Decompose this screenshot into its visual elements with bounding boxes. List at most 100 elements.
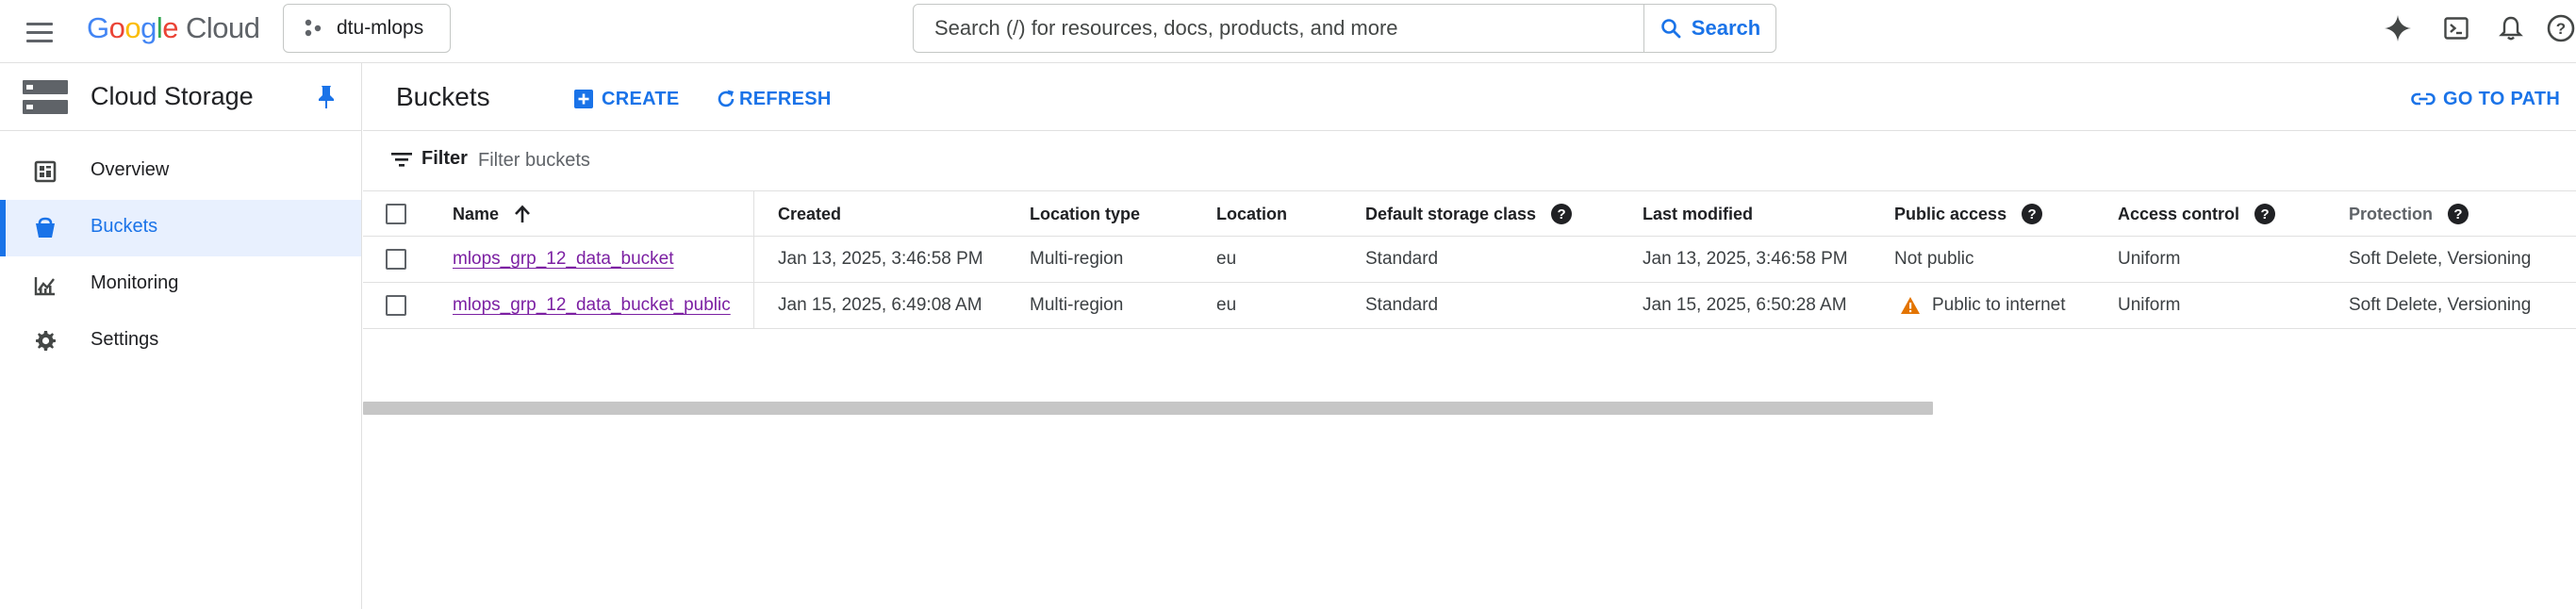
column-header-last-modified[interactable]: Last modified [1643, 191, 1753, 237]
page-title: Buckets [396, 82, 490, 111]
sidebar: Cloud Storage Overview Buckets Monitorin… [0, 63, 362, 609]
last-modified-cell: Jan 15, 2025, 6:50:28 AM [1643, 295, 1847, 315]
column-header-access-control[interactable]: Access control ? [2118, 191, 2276, 237]
search-button[interactable]: Search [1643, 5, 1775, 52]
help-icon[interactable]: ? [2022, 204, 2043, 224]
cloud-storage-icon [23, 80, 68, 114]
search-icon [1660, 19, 1681, 39]
gemini-sparkle-icon[interactable] [2383, 13, 2413, 43]
horizontal-scrollbar[interactable] [363, 402, 1933, 415]
pin-icon[interactable] [315, 84, 338, 110]
location-type-cell: Multi-region [1030, 249, 1124, 269]
cloud-shell-icon[interactable] [2441, 13, 2471, 43]
column-header-label: Public access [1894, 204, 2007, 223]
column-header-label: Default storage class [1365, 204, 1537, 223]
sidebar-item-label: Buckets [91, 216, 158, 237]
search-input[interactable] [914, 5, 1644, 52]
go-to-path-button[interactable]: GO TO PATH [2411, 86, 2560, 112]
dashboard-icon [34, 160, 57, 183]
top-bar: GoogleCloud dtu-mlops Search ? [0, 0, 2576, 63]
column-header-label: Created [778, 204, 842, 223]
sidebar-item-label: Monitoring [91, 272, 179, 293]
table-row: mlops_grp_12_data_bucket Jan 13, 2025, 3… [363, 237, 2576, 283]
row-checkbox[interactable] [386, 295, 406, 316]
gear-icon [36, 331, 56, 351]
select-all-checkbox[interactable] [386, 204, 406, 224]
help-icon[interactable]: ? [2448, 204, 2469, 224]
google-cloud-logo[interactable]: Google Cloud [87, 11, 260, 45]
page-header: Buckets CREATE REFRESH GO TO PATH [363, 63, 2576, 131]
bucket-name-link[interactable]: mlops_grp_12_data_bucket_public [453, 295, 731, 316]
project-icon [305, 19, 322, 37]
menu-line [26, 22, 53, 25]
menu-line [26, 39, 53, 42]
access-control-cell: Uniform [2118, 295, 2181, 315]
go-to-path-label: GO TO PATH [2443, 88, 2561, 109]
last-modified-cell: Jan 13, 2025, 3:46:58 PM [1643, 249, 1848, 269]
select-all-cell [386, 191, 406, 237]
column-header-label: Last modified [1643, 204, 1754, 223]
public-access-cell: Public to internet [1894, 283, 2066, 328]
storage-class-cell: Standard [1365, 295, 1439, 315]
public-access-value: Public to internet [1932, 295, 2066, 315]
create-button[interactable]: CREATE [573, 86, 680, 112]
column-header-label: Location [1216, 204, 1287, 223]
filter-button[interactable]: Filter [391, 148, 468, 170]
refresh-button[interactable]: REFRESH [715, 86, 832, 112]
protection-cell: Soft Delete, Versioning [2349, 295, 2532, 315]
column-header-location-type[interactable]: Location type [1030, 191, 1140, 237]
sidebar-item-buckets[interactable]: Buckets [0, 200, 361, 256]
main-content: Buckets CREATE REFRESH GO TO PATH Filter… [363, 63, 2576, 609]
menu-line [26, 30, 53, 34]
refresh-icon [718, 90, 735, 107]
public-access-cell: Not public [1894, 249, 1974, 269]
created-cell: Jan 15, 2025, 6:49:08 AM [778, 295, 983, 315]
table-header-row: Name Created Location type Location Defa… [363, 190, 2576, 237]
table-row: mlops_grp_12_data_bucket_public Jan 15, … [363, 283, 2576, 329]
bucket-icon [36, 217, 55, 238]
row-select-cell [386, 237, 406, 282]
add-box-icon [574, 90, 593, 108]
filter-buckets-input[interactable] [478, 145, 949, 175]
warning-icon [1901, 297, 1920, 314]
create-button-label: CREATE [602, 88, 680, 109]
sidebar-item-overview[interactable]: Overview [0, 143, 361, 200]
sidebar-item-monitoring[interactable]: Monitoring [0, 256, 361, 313]
logo-google: Google [87, 11, 179, 44]
bucket-name-link[interactable]: mlops_grp_12_data_bucket [453, 249, 674, 270]
sidebar-item-settings[interactable]: Settings [0, 313, 361, 370]
sidebar-item-label: Settings [91, 329, 159, 350]
column-header-storage-class[interactable]: Default storage class ? [1365, 191, 1573, 237]
location-type-cell: Multi-region [1030, 295, 1124, 315]
created-cell: Jan 13, 2025, 3:46:58 PM [778, 249, 983, 269]
help-icon[interactable]: ? [1551, 204, 1573, 224]
column-header-created[interactable]: Created [778, 191, 841, 237]
help-icon[interactable]: ? [2254, 204, 2276, 224]
location-cell: eu [1216, 295, 1237, 315]
column-header-public-access[interactable]: Public access ? [1894, 191, 2043, 237]
column-header-label: Protection [2349, 204, 2434, 223]
column-header-label: Name [453, 204, 500, 223]
logo-cloud: Cloud [186, 11, 260, 44]
monitoring-icon [34, 277, 55, 296]
filter-bar: Filter [363, 132, 2576, 190]
column-header-name[interactable]: Name [453, 191, 533, 237]
row-select-cell [386, 283, 406, 328]
bucket-name-cell: mlops_grp_12_data_bucket [453, 237, 674, 282]
product-title: Cloud Storage [91, 82, 254, 110]
notifications-bell-icon[interactable] [2496, 13, 2526, 43]
main-menu-button[interactable] [23, 15, 57, 49]
project-picker[interactable]: dtu-mlops [283, 4, 451, 53]
storage-class-cell: Standard [1365, 249, 1439, 269]
location-cell: eu [1216, 249, 1237, 269]
protection-cell: Soft Delete, Versioning [2349, 249, 2532, 269]
help-icon[interactable]: ? [2546, 13, 2576, 43]
filter-label: Filter [421, 148, 468, 169]
column-header-location[interactable]: Location [1216, 191, 1287, 237]
row-checkbox[interactable] [386, 249, 406, 270]
sort-ascending-icon[interactable] [512, 204, 533, 224]
svg-text:?: ? [2556, 20, 2566, 38]
project-name: dtu-mlops [337, 17, 424, 39]
sidebar-header: Cloud Storage [0, 63, 361, 131]
column-header-protection[interactable]: Protection ? [2349, 191, 2469, 237]
